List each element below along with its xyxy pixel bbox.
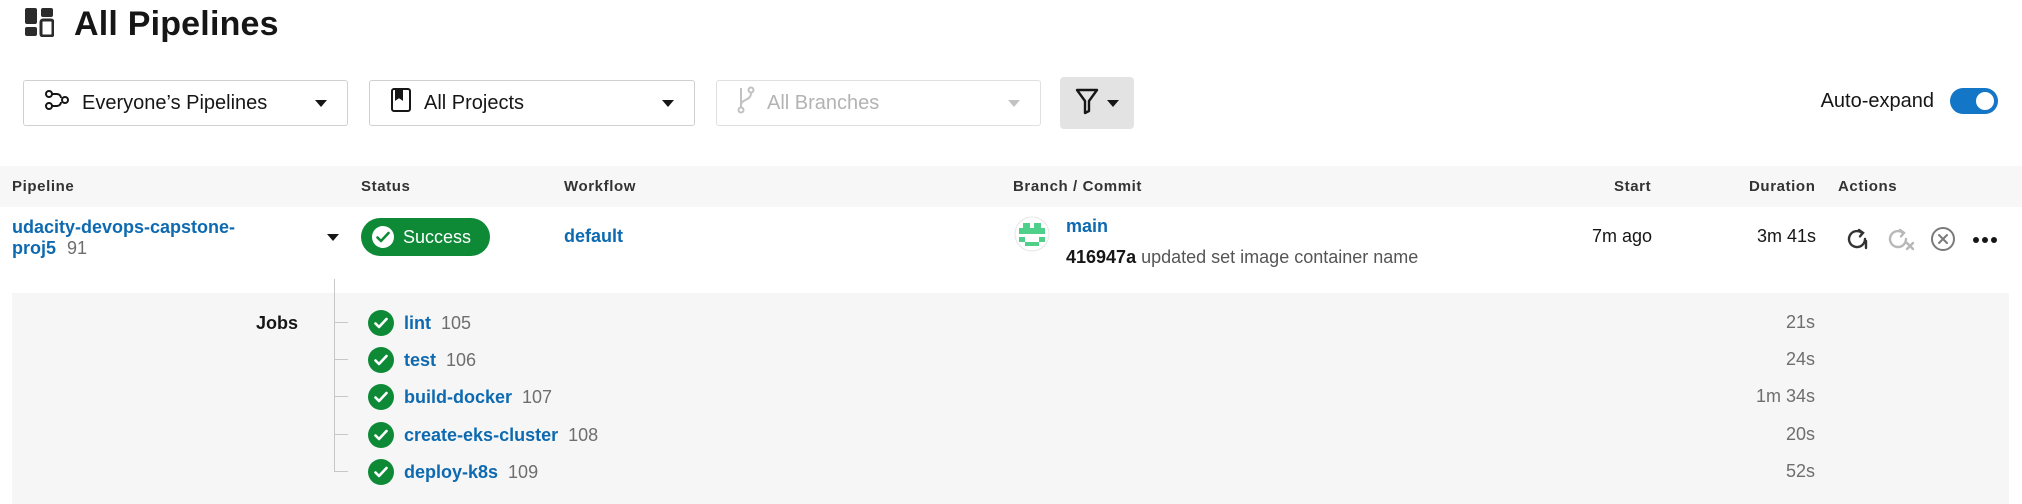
pipeline-name-part2: proj5 (12, 238, 57, 258)
job-number: 109 (508, 461, 539, 482)
header-status: Status (361, 178, 411, 195)
rerun-icon[interactable] (1845, 226, 1871, 257)
job-number: 108 (568, 424, 599, 445)
pipeline-name-part1: udacity-devops-capstone- (12, 217, 236, 237)
filter-button[interactable] (1060, 77, 1134, 129)
check-circle-icon (368, 310, 394, 336)
job-link[interactable]: deploy-k8s (404, 462, 498, 483)
duration: 3m 41s (1756, 226, 1816, 246)
avatar (1014, 216, 1050, 257)
rerun-failed-icon[interactable] (1887, 226, 1915, 257)
job-duration: 21s (1785, 312, 1815, 332)
more-options-icon[interactable] (1972, 228, 1998, 257)
header-pipeline: Pipeline (12, 178, 75, 195)
pipelines-dropdown-label: Everyone’s Pipelines (82, 91, 268, 114)
pipeline-name-cell: udacity-devops-capstone- proj5 91 (12, 217, 235, 259)
tree-branch (334, 396, 348, 397)
workflow-link[interactable]: default (564, 226, 623, 247)
branch-link[interactable]: main (1066, 216, 1108, 237)
job-duration: 24s (1785, 349, 1815, 369)
job-item: test 106 (368, 346, 476, 374)
branch-icon (737, 86, 755, 120)
pipeline-number: 91 (67, 238, 88, 258)
job-link[interactable]: create-eks-cluster (404, 425, 558, 446)
job-number: 107 (522, 386, 553, 407)
expand-chevron-icon[interactable] (327, 234, 339, 241)
header-branch-commit: Branch / Commit (1013, 178, 1143, 195)
dashboard-icon (24, 7, 55, 42)
job-link[interactable]: lint (404, 313, 431, 334)
bookmark-icon (390, 87, 412, 119)
job-number: 105 (441, 312, 472, 333)
page-header: All Pipelines (24, 4, 279, 44)
auto-expand: Auto-expand (1821, 88, 1998, 114)
filter-icon (1075, 87, 1099, 120)
status-badge: Success (361, 218, 490, 256)
tree-branch (334, 434, 348, 435)
chevron-down-icon (1008, 99, 1020, 107)
tree-branch (334, 359, 348, 360)
pipelines-icon (44, 89, 70, 117)
jobs-panel: Jobs lint 105 21s test 106 24s build-doc… (12, 279, 2009, 504)
start-time: 7m ago (1591, 226, 1652, 246)
pipelines-dropdown[interactable]: Everyone’s Pipelines (23, 80, 348, 126)
chevron-down-icon (662, 99, 674, 107)
auto-expand-toggle[interactable] (1950, 88, 1998, 114)
job-item: deploy-k8s 109 (368, 458, 538, 486)
jobs-label: Jobs (256, 313, 299, 333)
status-text: Success (403, 226, 472, 247)
cancel-icon[interactable] (1930, 226, 1956, 257)
job-item: create-eks-cluster 108 (368, 421, 598, 449)
tree-branch (334, 471, 348, 472)
job-item: build-docker 107 (368, 383, 552, 411)
job-link[interactable]: test (404, 350, 436, 371)
pipelines-page: All Pipelines Everyone’s Pipelines All P… (0, 0, 2022, 504)
auto-expand-label: Auto-expand (1820, 89, 1934, 112)
projects-dropdown-label: All Projects (424, 91, 525, 114)
check-circle-icon (368, 422, 394, 448)
job-number: 106 (446, 349, 477, 370)
chevron-down-icon (315, 99, 327, 107)
branches-dropdown[interactable]: All Branches (716, 80, 1041, 126)
job-duration: 52s (1785, 461, 1815, 481)
check-circle-icon (368, 347, 394, 373)
projects-dropdown[interactable]: All Projects (369, 80, 695, 126)
job-duration: 20s (1785, 424, 1815, 444)
tree-connector (334, 279, 349, 471)
job-link[interactable]: build-docker (404, 387, 512, 408)
job-item: lint 105 (368, 309, 471, 337)
check-circle-icon (368, 459, 394, 485)
page-title: All Pipelines (74, 4, 279, 43)
commit-info: 416947a updated set image container name (1066, 247, 1418, 268)
header-actions: Actions (1838, 178, 1898, 195)
tree-branch (334, 322, 348, 323)
job-duration: 1m 34s (1755, 386, 1815, 406)
header-start: Start (1614, 178, 1652, 195)
chevron-down-icon (1107, 99, 1119, 107)
check-circle-icon (368, 384, 394, 410)
check-circle-icon (372, 226, 394, 248)
header-workflow: Workflow (564, 178, 637, 195)
table-row: udacity-devops-capstone- proj5 91 Succes… (0, 207, 2022, 293)
filter-bar: Everyone’s Pipelines All Projects All Br… (23, 77, 1134, 129)
table-header: Pipeline Status Workflow Branch / Commit… (0, 166, 2022, 207)
header-duration: Duration (1749, 178, 1816, 195)
commit-hash-link[interactable]: 416947a (1066, 247, 1136, 267)
pipeline-link[interactable]: udacity-devops-capstone- proj5 91 (12, 217, 235, 259)
branches-dropdown-label: All Branches (767, 91, 880, 114)
commit-message: updated set image container name (1141, 247, 1419, 267)
